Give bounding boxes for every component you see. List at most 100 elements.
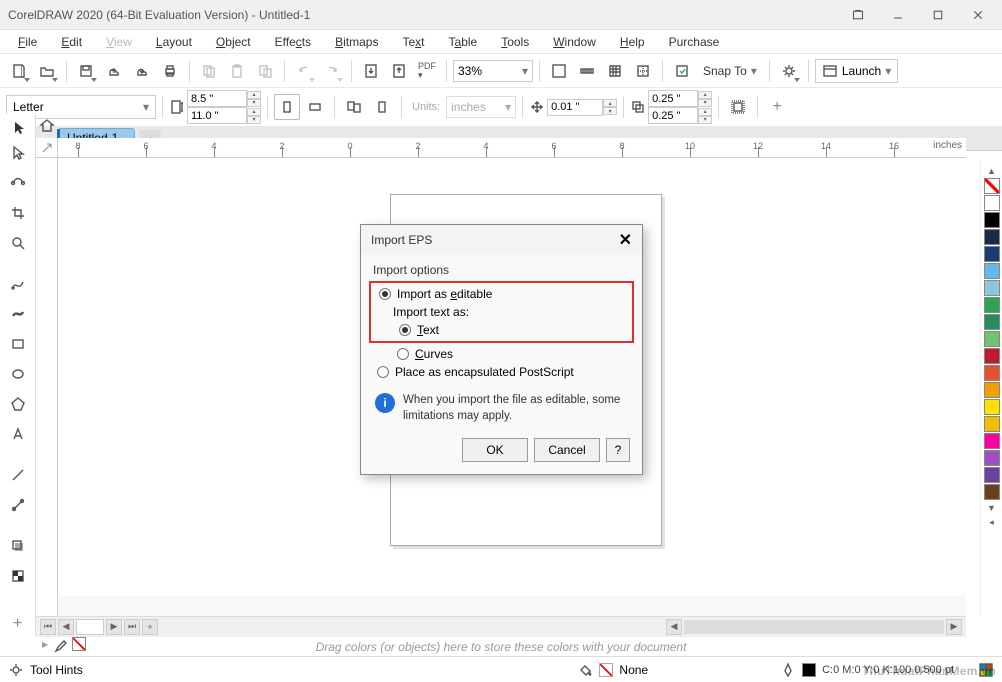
window-unknown-button[interactable] [838, 1, 878, 29]
menu-effects[interactable]: Effects [263, 32, 323, 52]
palette-menu-icon[interactable]: ▸ [42, 637, 48, 656]
redo-button[interactable] [319, 58, 345, 84]
zoom-tool[interactable] [4, 230, 32, 255]
eyedropper-icon[interactable] [52, 637, 68, 656]
palette-swatch[interactable] [984, 331, 1000, 347]
palette-swatch[interactable] [984, 195, 1000, 211]
outline-swatch[interactable] [802, 663, 816, 677]
palette-swatch[interactable] [984, 416, 1000, 432]
palette-no-color[interactable] [984, 178, 1000, 194]
dialog-close-button[interactable]: ✕ [619, 230, 632, 250]
page-current[interactable] [76, 619, 104, 635]
menu-bitmaps[interactable]: Bitmaps [323, 32, 390, 52]
cloud-down-button[interactable] [129, 58, 155, 84]
snap-to-dropdown[interactable]: Snap To ▾ [697, 64, 763, 78]
minimize-button[interactable] [878, 1, 918, 29]
menu-text[interactable]: Text [390, 32, 436, 52]
palette-swatch[interactable] [984, 229, 1000, 245]
palette-swatch[interactable] [984, 450, 1000, 466]
no-color-swatch[interactable] [72, 637, 86, 651]
launch-dropdown[interactable]: Launch ▾ [815, 59, 898, 83]
hscroll-right[interactable]: ▶ [946, 619, 962, 635]
paste-button[interactable] [224, 58, 250, 84]
save-button[interactable] [73, 58, 99, 84]
page-prev-button[interactable]: ◀ [58, 619, 74, 635]
palette-swatch[interactable] [984, 246, 1000, 262]
fill-none-swatch[interactable] [599, 663, 613, 677]
ruler-origin[interactable] [36, 138, 58, 158]
rulers-button[interactable] [574, 58, 600, 84]
print-button[interactable] [157, 58, 183, 84]
page-height-input[interactable] [187, 107, 247, 124]
option-curves[interactable]: Curves [373, 345, 630, 363]
publish-pdf-button[interactable]: PDF▾ [414, 58, 440, 84]
page-width-input[interactable] [187, 90, 247, 107]
clipboard-button[interactable] [252, 58, 278, 84]
add-overflow-button[interactable]: + [764, 94, 790, 120]
dup-x-input[interactable] [648, 90, 698, 107]
home-icon[interactable] [36, 116, 58, 136]
help-button[interactable]: ? [606, 438, 630, 462]
page-add-button[interactable]: + [142, 619, 158, 635]
palette-scroll-down[interactable]: ▼ [987, 501, 996, 515]
ok-button[interactable]: OK [462, 438, 528, 462]
palette-swatch[interactable] [984, 467, 1000, 483]
import-button[interactable] [358, 58, 384, 84]
units-combo[interactable]: inches▾ [446, 96, 516, 118]
palette-swatch[interactable] [984, 297, 1000, 313]
ellipse-tool[interactable] [4, 361, 32, 386]
palette-swatch[interactable] [984, 433, 1000, 449]
all-pages-button[interactable] [341, 94, 367, 120]
page-first-button[interactable]: ⏮ [40, 619, 56, 635]
menu-purchase[interactable]: Purchase [657, 32, 732, 52]
palette-swatch[interactable] [984, 365, 1000, 381]
toolbox-add-button[interactable]: + [4, 611, 32, 636]
menu-tools[interactable]: Tools [489, 32, 541, 52]
dup-y-input[interactable] [648, 107, 698, 124]
connector-tool[interactable] [4, 492, 32, 517]
freehand-tool[interactable] [4, 271, 32, 296]
zoom-combo[interactable]: ▾ [453, 60, 533, 82]
dialog-titlebar[interactable]: Import EPS ✕ [361, 225, 642, 255]
menu-layout[interactable]: Layout [144, 32, 204, 52]
menu-file[interactable]: File [6, 32, 49, 52]
crop-tool[interactable] [4, 200, 32, 225]
export-button[interactable] [386, 58, 412, 84]
landscape-button[interactable] [302, 94, 328, 120]
menu-view[interactable]: View [94, 32, 144, 52]
palette-swatch[interactable] [984, 280, 1000, 296]
hscrollbar[interactable] [684, 620, 944, 634]
option-encapsulated[interactable]: Place as encapsulated PostScript [373, 363, 630, 381]
rectangle-tool[interactable] [4, 331, 32, 356]
vertical-ruler[interactable] [36, 158, 58, 616]
grid-button[interactable] [602, 58, 628, 84]
page-next-button[interactable]: ▶ [106, 619, 122, 635]
nudge-input[interactable] [547, 99, 603, 116]
palette-flyout[interactable]: ◂ [989, 515, 994, 529]
hscroll-left[interactable]: ◀ [666, 619, 682, 635]
open-button[interactable] [34, 58, 60, 84]
menu-help[interactable]: Help [608, 32, 657, 52]
palette-swatch[interactable] [984, 212, 1000, 228]
guidelines-button[interactable] [630, 58, 656, 84]
option-text[interactable]: Text [375, 321, 628, 339]
menu-object[interactable]: Object [204, 32, 263, 52]
drop-shadow-tool[interactable] [4, 533, 32, 558]
portrait-button[interactable] [274, 94, 300, 120]
undo-button[interactable] [291, 58, 317, 84]
text-tool[interactable] [4, 421, 32, 446]
shape-tool[interactable] [4, 170, 32, 195]
page-last-button[interactable]: ⏭ [124, 619, 140, 635]
close-button[interactable] [958, 1, 998, 29]
horizontal-ruler[interactable]: inches 86420246810121416 [58, 138, 966, 158]
menu-table[interactable]: Table [437, 32, 490, 52]
zoom-input[interactable] [458, 64, 522, 78]
fullscreen-button[interactable] [546, 58, 572, 84]
palette-scroll-up[interactable]: ▲ [987, 164, 996, 178]
pick-tool[interactable] [4, 140, 32, 165]
maximize-button[interactable] [918, 1, 958, 29]
document-palette-bar[interactable]: ▸ Drag colors (or objects) here to store… [36, 636, 966, 656]
palette-swatch[interactable] [984, 263, 1000, 279]
palette-swatch[interactable] [984, 348, 1000, 364]
palette-swatch[interactable] [984, 399, 1000, 415]
